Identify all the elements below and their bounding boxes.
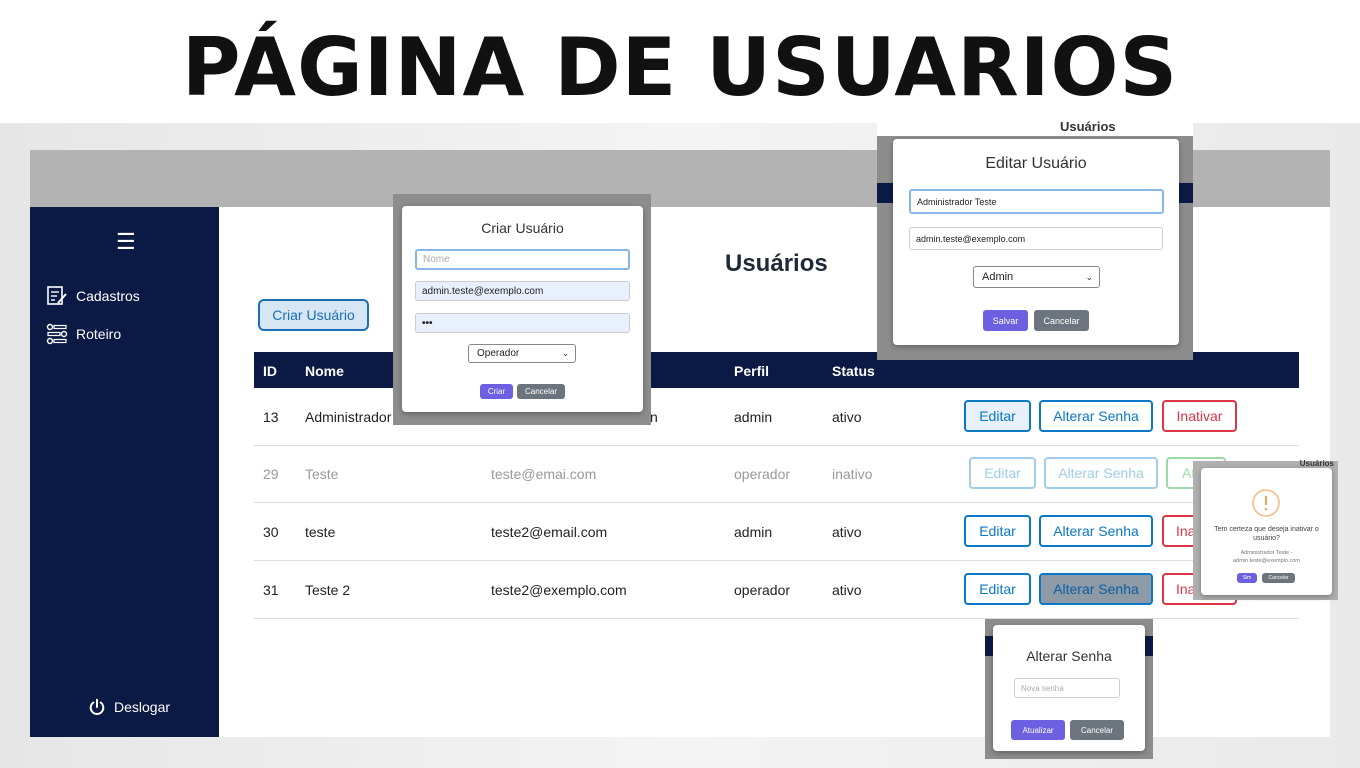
create-user-button[interactable]: Criar Usuário	[258, 299, 369, 331]
cell-status: ativo	[832, 409, 862, 425]
cancel-button[interactable]: Cancelar	[1034, 310, 1089, 331]
profile-select-value: Operador	[477, 348, 520, 359]
confirm-zoom-frame: Usuários Tem certeza que deseja inativar…	[1193, 459, 1338, 600]
create-user-modal: Criar Usuário Nome admin.teste@exemplo.c…	[402, 206, 643, 412]
change-password-button[interactable]: Alterar Senha	[1044, 457, 1158, 489]
cell-id: 31	[263, 582, 279, 598]
modal-title: Alterar Senha	[1026, 648, 1112, 664]
email-input[interactable]: admin.teste@exemplo.com	[415, 281, 630, 301]
column-header-status: Status	[832, 363, 875, 379]
column-header-perfil: Perfil	[734, 363, 770, 379]
column-header-id: ID	[263, 363, 277, 379]
sidebar: ☰ Cadastros Roteiro Deslogar	[30, 207, 219, 737]
modal-title: Editar Usuário	[985, 155, 1087, 172]
cell-nome: Teste	[305, 466, 339, 482]
edit-button[interactable]: Editar	[964, 515, 1031, 547]
confirm-yes-button[interactable]: Sim	[1237, 573, 1257, 583]
email-input[interactable]: admin.teste@exemplo.com	[909, 227, 1163, 250]
cell-nome: Administrador	[305, 409, 392, 425]
cell-perfil: admin	[734, 409, 773, 425]
sidebar-item-label: Roteiro	[76, 326, 122, 342]
chevron-down-icon: ⌄	[1085, 271, 1093, 282]
edit-button[interactable]: Editar	[964, 573, 1031, 605]
confirm-modal: Tem certeza que deseja inativar o usuári…	[1201, 468, 1332, 595]
profile-select[interactable]: Admin ⌄	[973, 266, 1100, 288]
create-submit-button[interactable]: Criar	[480, 384, 513, 399]
change-password-modal: Alterar Senha Nova senha Atualizar Cance…	[993, 625, 1145, 751]
profile-select-value: Admin	[982, 271, 1014, 283]
password-input[interactable]: •••	[415, 313, 630, 333]
cell-email: teste@emai.com	[491, 466, 597, 482]
cell-nome: teste	[305, 524, 336, 540]
cell-status: ativo	[832, 582, 862, 598]
deactivate-button[interactable]: Inativar	[1162, 400, 1237, 432]
table-row: 31 Teste 2 teste2@exemplo.com operador a…	[254, 562, 1299, 619]
change-password-button[interactable]: Alterar Senha	[1039, 573, 1153, 605]
modal-title: Criar Usuário	[481, 220, 564, 236]
change-password-button[interactable]: Alterar Senha	[1039, 515, 1153, 547]
behind-heading: Usuários	[1060, 119, 1116, 134]
cell-perfil: operador	[734, 466, 791, 482]
confirm-cancel-button[interactable]: Cancelar	[1262, 573, 1295, 583]
table-row: 29 Teste teste@emai.com operador inativo…	[254, 446, 1299, 503]
banner-title: PÁGINA DE USUARIOS	[181, 21, 1179, 114]
cancel-button[interactable]: Cancelar	[1070, 720, 1124, 740]
confirm-question: Tem certeza que deseja inativar o usuári…	[1214, 526, 1319, 542]
sidebar-item-cadastros[interactable]: Cadastros	[46, 285, 140, 307]
page-title: Usuários	[725, 250, 828, 277]
create-cancel-button[interactable]: Cancelar	[517, 384, 565, 399]
route-icon	[46, 323, 68, 345]
edit-button[interactable]: Editar	[964, 400, 1031, 432]
update-button[interactable]: Atualizar	[1011, 720, 1065, 740]
form-edit-icon	[47, 286, 67, 305]
column-header-nome: Nome	[305, 363, 344, 379]
create-user-zoom-frame: Criar Usuário Nome admin.teste@exemplo.c…	[393, 194, 651, 425]
table-row: 30 teste teste2@email.com admin ativo Ed…	[254, 504, 1299, 561]
chevron-down-icon: ⌄	[562, 349, 569, 358]
cell-email: teste2@exemplo.com	[491, 582, 627, 598]
profile-select[interactable]: Operador ⌄	[468, 344, 576, 363]
change-password-button[interactable]: Alterar Senha	[1039, 400, 1153, 432]
edit-user-modal: Editar Usuário Administrador Teste admin…	[893, 139, 1179, 345]
cell-perfil: operador	[734, 582, 791, 598]
cell-email: n	[650, 409, 658, 425]
edit-user-zoom-frame: Usuários Editar Usuário Administrador Te…	[877, 119, 1193, 360]
cell-id: 30	[263, 524, 279, 540]
logout-button[interactable]: Deslogar	[88, 698, 170, 716]
sidebar-item-roteiro[interactable]: Roteiro	[46, 323, 121, 345]
edit-button[interactable]: Editar	[969, 457, 1036, 489]
save-button[interactable]: Salvar	[983, 310, 1028, 331]
power-icon	[89, 698, 105, 715]
cell-status: ativo	[832, 524, 862, 540]
logout-label: Deslogar	[114, 699, 171, 715]
name-input[interactable]: Administrador Teste	[909, 189, 1164, 214]
cell-perfil: admin	[734, 524, 773, 540]
warning-icon	[1252, 489, 1280, 517]
behind-heading: Usuários	[1299, 459, 1334, 468]
confirm-detail: Administrador Teste - admin.teste@exempl…	[1233, 550, 1300, 564]
change-password-zoom-frame: Alterar Senha Nova senha Atualizar Cance…	[985, 619, 1153, 759]
new-password-input[interactable]: Nova senha	[1014, 678, 1120, 698]
cell-nome: Teste 2	[305, 582, 351, 598]
hamburger-icon[interactable]: ☰	[116, 229, 136, 255]
cell-email: teste2@email.com	[491, 524, 608, 540]
cell-id: 29	[263, 466, 279, 482]
name-input[interactable]: Nome	[415, 249, 630, 270]
cell-id: 13	[263, 409, 279, 425]
sidebar-item-label: Cadastros	[76, 288, 140, 304]
cell-status: inativo	[832, 466, 873, 482]
